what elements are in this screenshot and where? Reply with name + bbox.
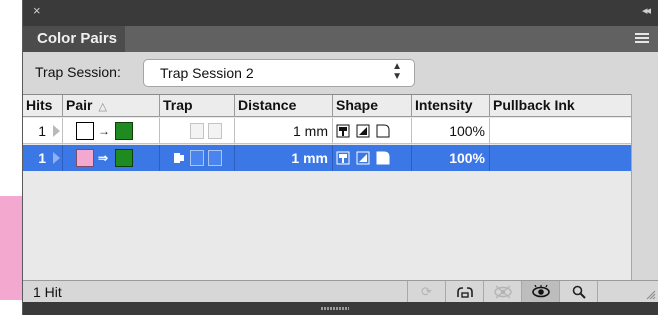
stage: × ◂◂ Color Pairs Trap Session: Trap Sess…: [0, 0, 658, 315]
pullback-ink-cell[interactable]: [490, 118, 631, 144]
round-corner-icon[interactable]: [376, 151, 390, 165]
panel-menu-icon[interactable]: [635, 33, 649, 45]
magnify-icon[interactable]: [559, 281, 597, 303]
vertical-scrollbar[interactable]: [631, 94, 658, 280]
bevel-end-icon[interactable]: [356, 151, 370, 165]
trap-direction-box[interactable]: [190, 150, 204, 166]
trap-session-row: Trap Session: Trap Session 2 ▲ ▼: [23, 52, 658, 94]
eye-icon[interactable]: [521, 281, 559, 303]
trap-session-value: Trap Session 2: [160, 65, 254, 81]
pair-cell: →: [63, 118, 160, 144]
round-corner-icon[interactable]: [376, 124, 390, 138]
footer-spacer: [597, 281, 631, 303]
miter-join-icon[interactable]: [336, 124, 350, 138]
color-pairs-panel: × ◂◂ Color Pairs Trap Session: Trap Sess…: [22, 0, 658, 315]
column-header-trap[interactable]: Trap: [160, 95, 235, 117]
distance-cell[interactable]: 1 mm: [235, 145, 333, 171]
from-ink-swatch: [76, 122, 94, 140]
collapse-panel-icon[interactable]: ◂◂: [642, 0, 651, 22]
column-header-pullback-ink[interactable]: Pullback Ink: [490, 95, 631, 117]
table-header: Hits Pair △ Trap Distance Shape Intensity…: [23, 95, 631, 117]
to-ink-swatch: [115, 122, 133, 140]
panel-footer: 1 Hit ⟳: [23, 280, 658, 303]
shape-cell: [333, 145, 412, 171]
trap-session-label: Trap Session:: [35, 64, 121, 80]
table-row-selected[interactable]: 1 ⇒ 1 mm 100%: [23, 145, 631, 171]
panel-titlebar: × ◂◂: [23, 0, 658, 26]
trap-session-select[interactable]: Trap Session 2 ▲ ▼: [143, 59, 415, 87]
panel-tab-row: Color Pairs: [23, 26, 658, 52]
document-background-strip: [0, 196, 22, 300]
shape-cell: [333, 118, 412, 144]
hits-cell: 1: [38, 123, 46, 139]
expand-row-icon[interactable]: [50, 145, 63, 171]
pair-cell: ⇒: [63, 145, 160, 171]
resize-grip-icon[interactable]: [645, 287, 657, 301]
pullback-ink-cell[interactable]: [490, 145, 631, 171]
panel-resize-handle[interactable]: [321, 307, 349, 310]
tab-color-pairs[interactable]: Color Pairs: [23, 26, 125, 52]
column-header-distance[interactable]: Distance: [235, 95, 333, 117]
sort-ascending-icon: △: [98, 101, 107, 113]
intensity-cell[interactable]: 100%: [412, 145, 490, 171]
panel-bottom-bar: [23, 302, 658, 315]
pair-arrow: ⇒: [98, 151, 109, 165]
trap-cell: [160, 118, 235, 144]
column-header-pair[interactable]: Pair △: [63, 95, 160, 117]
pair-arrow: →: [98, 124, 110, 138]
expand-row-icon[interactable]: [50, 118, 63, 144]
link-icon[interactable]: [445, 281, 483, 303]
bevel-end-icon[interactable]: [356, 124, 370, 138]
column-header-shape[interactable]: Shape: [333, 95, 412, 117]
column-header-intensity[interactable]: Intensity: [412, 95, 490, 117]
trap-spread-icon[interactable]: [172, 150, 186, 166]
miter-join-icon[interactable]: [336, 151, 350, 165]
trap-direction-box[interactable]: [208, 150, 222, 166]
color-pairs-table: Hits Pair △ Trap Distance Shape Intensity…: [23, 94, 631, 280]
distance-cell[interactable]: 1 mm: [235, 118, 333, 144]
to-ink-swatch: [115, 149, 133, 167]
trap-cell: [160, 145, 235, 171]
close-icon[interactable]: ×: [33, 0, 41, 22]
hide-icon[interactable]: [483, 281, 521, 303]
intensity-cell[interactable]: 100%: [412, 118, 490, 144]
refresh-icon[interactable]: ⟳: [407, 281, 445, 303]
hits-cell: 1: [38, 150, 46, 166]
column-header-hits[interactable]: Hits: [23, 95, 63, 117]
trap-direction-box[interactable]: [208, 123, 222, 139]
table-row[interactable]: 1 → 1 mm 100%: [23, 118, 631, 144]
trap-direction-box[interactable]: [190, 123, 204, 139]
chevron-updown-icon: ▲ ▼: [392, 61, 402, 82]
hits-count: 1 Hit: [33, 284, 62, 300]
from-ink-swatch: [76, 149, 94, 167]
